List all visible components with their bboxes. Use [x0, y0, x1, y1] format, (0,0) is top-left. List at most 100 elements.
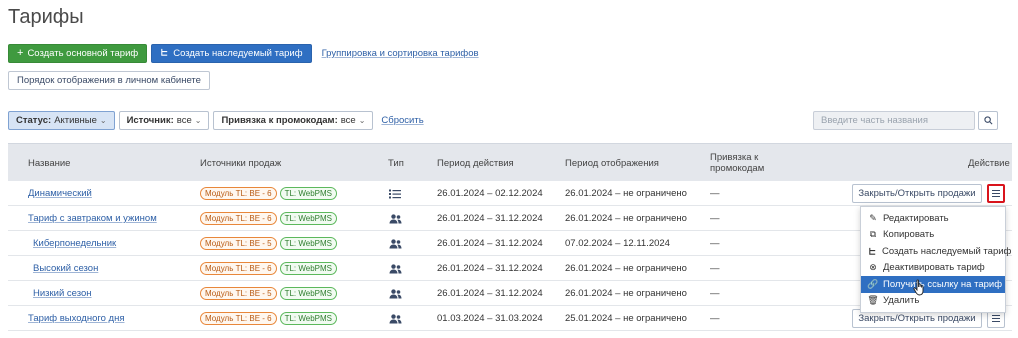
- display-period: 26.01.2024 – не ограничено: [565, 188, 687, 199]
- display-period: 25.01.2024 – не ограничено: [565, 313, 687, 324]
- tariff-name-link[interactable]: Тариф выходного дня: [28, 313, 124, 324]
- branch-icon: [160, 48, 169, 60]
- source-tag-module: Модуль TL: BE - 6: [200, 262, 277, 275]
- menu-item-delete[interactable]: 🗑 Удалить: [861, 293, 1005, 310]
- page-title: Тарифы: [8, 6, 84, 28]
- col-promo: Привязка к промокодам: [710, 152, 765, 174]
- source-tag-module: Модуль TL: BE - 6: [200, 212, 277, 225]
- trash-icon: 🗑: [867, 295, 879, 306]
- tariff-name-link[interactable]: Киберпонедельник: [33, 238, 116, 249]
- create-main-tariff-button[interactable]: + Создать основной тариф: [8, 44, 148, 63]
- chevron-down-icon: ⌄: [99, 116, 107, 125]
- tariff-name-link[interactable]: Низкий сезон: [33, 288, 92, 299]
- validity-period: 26.01.2024 – 31.12.2024: [437, 213, 543, 224]
- search-button[interactable]: [978, 111, 998, 130]
- menu-item-deactivate[interactable]: ⊗ Деактивировать тариф: [861, 260, 1005, 277]
- filter-bar: Статус: Активные ⌄ Источник: все ⌄ Привя…: [8, 111, 424, 130]
- menu-item-copy[interactable]: ⧉ Копировать: [861, 227, 1005, 244]
- deactivate-icon: ⊗: [869, 262, 877, 273]
- menu-item-label: Редактировать: [883, 212, 949, 224]
- source-filter-value: все: [176, 115, 192, 126]
- hand-cursor-icon: [913, 279, 924, 296]
- users-icon: [389, 238, 402, 248]
- col-display-period: Период отображения: [565, 158, 659, 169]
- users-icon: [389, 288, 402, 298]
- source-tag-module: Модуль TL: BE - 6: [200, 187, 277, 200]
- validity-period: 26.01.2024 – 31.12.2024: [437, 238, 543, 249]
- promo-filter-value: все: [340, 115, 356, 126]
- source-tag-module: Модуль TL: BE - 6: [200, 312, 277, 325]
- validity-period: 01.03.2024 – 31.03.2024: [437, 313, 543, 324]
- promo-binding: —: [710, 288, 720, 299]
- promo-binding: —: [710, 188, 720, 199]
- display-period: 26.01.2024 – не ограничено: [565, 213, 687, 224]
- search-icon: [983, 116, 992, 125]
- source-filter-label: Источник:: [126, 115, 174, 126]
- hamburger-icon: [992, 190, 1000, 197]
- users-icon: [389, 263, 402, 273]
- create-derived-tariff-label: Создать наследуемый тариф: [173, 48, 303, 59]
- display-order-button[interactable]: Порядок отображения в личном кабинете: [8, 71, 210, 90]
- validity-period: 26.01.2024 – 02.12.2024: [437, 188, 543, 199]
- menu-item-label: Получить ссылку на тариф: [883, 278, 1003, 290]
- promo-filter[interactable]: Привязка к промокодам: все ⌄: [213, 111, 374, 130]
- col-type: Тип: [388, 158, 404, 169]
- col-sources: Источники продаж: [200, 158, 282, 169]
- source-tag-webpms: TL: WebPMS: [279, 312, 338, 325]
- source-tag-webpms: TL: WebPMS: [279, 187, 338, 200]
- source-tag-webpms: TL: WebPMS: [279, 237, 338, 250]
- menu-item-edit[interactable]: ✎ Редактировать: [861, 210, 1005, 227]
- row-menu-button[interactable]: [987, 184, 1005, 203]
- link-icon: 🔗: [867, 278, 879, 289]
- hamburger-icon: [992, 315, 1000, 322]
- col-name: Название: [28, 158, 71, 169]
- promo-filter-label: Привязка к промокодам:: [221, 115, 338, 126]
- branch-icon: [868, 247, 877, 256]
- reset-filters-link[interactable]: Сбросить: [381, 115, 423, 126]
- row-context-menu: ✎ Редактировать ⧉ Копировать Создать нас…: [860, 206, 1011, 313]
- validity-period: 26.01.2024 – 31.12.2024: [437, 288, 543, 299]
- toolbar: + Создать основной тариф Создать наследу…: [8, 44, 479, 63]
- pencil-icon: ✎: [869, 212, 877, 223]
- table-row: Динамический Модуль TL: BE - 6 TL: WebPMS 2…: [8, 181, 1012, 206]
- menu-item-label: Копировать: [883, 229, 935, 241]
- menu-item-create-derived[interactable]: Создать наследуемый тариф: [861, 243, 1011, 260]
- source-tag-module: Модуль TL: BE - 5: [200, 237, 277, 250]
- plus-icon: +: [17, 47, 24, 59]
- users-icon: [389, 313, 402, 323]
- chevron-down-icon: ⌄: [358, 116, 366, 125]
- chevron-down-icon: ⌄: [194, 116, 202, 125]
- display-period: 07.02.2024 – 12.11.2024: [565, 238, 670, 249]
- menu-item-get-link[interactable]: 🔗 Получить ссылку на тариф: [861, 276, 1005, 293]
- menu-item-label: Удалить: [883, 295, 920, 307]
- users-icon: [389, 213, 402, 223]
- source-tag-webpms: TL: WebPMS: [279, 262, 338, 275]
- status-filter-value: Активные: [54, 115, 97, 126]
- copy-icon: ⧉: [869, 229, 877, 240]
- menu-item-label: Деактивировать тариф: [883, 262, 985, 274]
- create-main-tariff-label: Создать основной тариф: [27, 48, 139, 59]
- grouping-sorting-link[interactable]: Группировка и сортировка тарифов: [322, 48, 479, 59]
- tariff-name-link[interactable]: Высокий сезон: [33, 263, 98, 274]
- promo-binding: —: [710, 313, 720, 324]
- search-input[interactable]: Введите часть названия: [813, 111, 975, 130]
- status-filter[interactable]: Статус: Активные ⌄: [8, 111, 115, 130]
- tariff-name-link[interactable]: Тариф с завтраком и ужином: [28, 213, 157, 224]
- promo-binding: —: [710, 238, 720, 249]
- col-action: Действие: [968, 158, 1010, 169]
- source-tag-webpms: TL: WebPMS: [279, 287, 338, 300]
- display-period: 26.01.2024 – не ограничено: [565, 288, 687, 299]
- source-tag-webpms: TL: WebPMS: [279, 212, 338, 225]
- table-header: Название Источники продаж Тип Период дей…: [8, 143, 1012, 181]
- status-filter-label: Статус:: [16, 115, 52, 126]
- validity-period: 26.01.2024 – 31.12.2024: [437, 263, 543, 274]
- col-period: Период действия: [437, 158, 514, 169]
- toggle-sales-button[interactable]: Закрыть/Открыть продажи: [852, 184, 982, 203]
- promo-binding: —: [710, 263, 720, 274]
- tariff-name-link[interactable]: Динамический: [28, 188, 92, 199]
- display-period: 26.01.2024 – не ограничено: [565, 263, 687, 274]
- menu-item-label: Создать наследуемый тариф: [882, 245, 1012, 257]
- create-derived-tariff-button[interactable]: Создать наследуемый тариф: [151, 44, 312, 63]
- source-filter[interactable]: Источник: все ⌄: [118, 111, 210, 130]
- source-tag-module: Модуль TL: BE - 5: [200, 287, 277, 300]
